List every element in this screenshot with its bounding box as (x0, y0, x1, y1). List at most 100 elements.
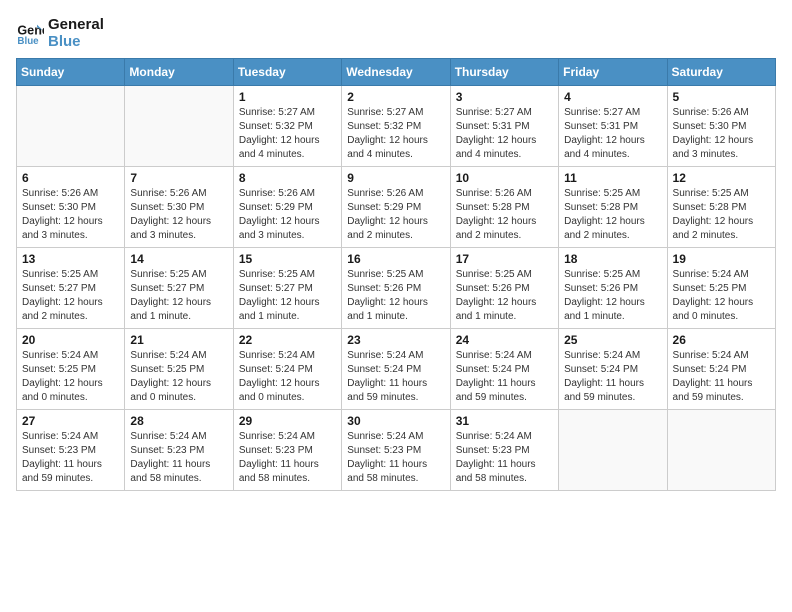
calendar-cell: 6 Sunrise: 5:26 AM Sunset: 5:30 PM Daylig… (17, 167, 125, 248)
weekday-header-sunday: Sunday (17, 59, 125, 86)
day-detail: Sunrise: 5:26 AM Sunset: 5:30 PM Dayligh… (673, 106, 770, 162)
day-detail: Sunrise: 5:25 AM Sunset: 5:26 PM Dayligh… (347, 268, 444, 324)
day-number: 22 (239, 333, 336, 347)
day-number: 11 (564, 171, 661, 185)
calendar-cell: 4Sunrise: 5:27 AM Sunset: 5:31 PM Daylig… (559, 86, 667, 167)
day-detail: Sunrise: 5:27 AM Sunset: 5:32 PM Dayligh… (347, 106, 444, 162)
logo-icon: General Blue (16, 19, 44, 47)
day-detail: Sunrise: 5:24 AM Sunset: 5:25 PM Dayligh… (673, 268, 770, 324)
day-detail: Sunrise: 5:25 AM Sunset: 5:27 PM Dayligh… (130, 268, 227, 324)
day-detail: Sunrise: 5:26 AM Sunset: 5:28 PM Dayligh… (456, 187, 553, 243)
day-number: 2 (347, 90, 444, 104)
day-detail: Sunrise: 5:24 AM Sunset: 5:23 PM Dayligh… (239, 430, 336, 486)
day-number: 16 (347, 252, 444, 266)
day-number: 26 (673, 333, 770, 347)
day-number: 13 (22, 252, 119, 266)
day-number: 6 (22, 171, 119, 185)
calendar-cell: 24 Sunrise: 5:24 AM Sunset: 5:24 PM Dayli… (450, 329, 558, 410)
calendar-cell: 28 Sunrise: 5:24 AM Sunset: 5:23 PM Dayli… (125, 410, 233, 491)
calendar-cell: 16 Sunrise: 5:25 AM Sunset: 5:26 PM Dayli… (342, 248, 450, 329)
calendar-cell: 30Sunrise: 5:24 AM Sunset: 5:23 PM Dayli… (342, 410, 450, 491)
calendar-cell (17, 86, 125, 167)
day-detail: Sunrise: 5:24 AM Sunset: 5:23 PM Dayligh… (130, 430, 227, 486)
day-detail: Sunrise: 5:24 AM Sunset: 5:23 PM Dayligh… (347, 430, 444, 486)
day-detail: Sunrise: 5:24 AM Sunset: 5:24 PM Dayligh… (347, 349, 444, 405)
calendar-table: SundayMondayTuesdayWednesdayThursdayFrid… (16, 58, 776, 491)
day-number: 28 (130, 414, 227, 428)
calendar-cell: 9 Sunrise: 5:26 AM Sunset: 5:29 PM Daylig… (342, 167, 450, 248)
day-detail: Sunrise: 5:26 AM Sunset: 5:30 PM Dayligh… (22, 187, 119, 243)
day-number: 23 (347, 333, 444, 347)
day-number: 27 (22, 414, 119, 428)
calendar-cell: 26Sunrise: 5:24 AM Sunset: 5:24 PM Dayli… (667, 329, 775, 410)
day-number: 7 (130, 171, 227, 185)
svg-text:Blue: Blue (17, 36, 39, 47)
calendar-week-row: 6 Sunrise: 5:26 AM Sunset: 5:30 PM Daylig… (17, 167, 776, 248)
day-number: 29 (239, 414, 336, 428)
calendar-cell: 18Sunrise: 5:25 AM Sunset: 5:26 PM Dayli… (559, 248, 667, 329)
day-detail: Sunrise: 5:25 AM Sunset: 5:27 PM Dayligh… (239, 268, 336, 324)
day-detail: Sunrise: 5:25 AM Sunset: 5:28 PM Dayligh… (564, 187, 661, 243)
weekday-header-thursday: Thursday (450, 59, 558, 86)
weekday-header-wednesday: Wednesday (342, 59, 450, 86)
day-detail: Sunrise: 5:25 AM Sunset: 5:28 PM Dayligh… (673, 187, 770, 243)
day-detail: Sunrise: 5:24 AM Sunset: 5:24 PM Dayligh… (564, 349, 661, 405)
day-number: 3 (456, 90, 553, 104)
calendar-cell: 5 Sunrise: 5:26 AM Sunset: 5:30 PM Daylig… (667, 86, 775, 167)
calendar-cell: 14Sunrise: 5:25 AM Sunset: 5:27 PM Dayli… (125, 248, 233, 329)
calendar-cell (667, 410, 775, 491)
weekday-header-monday: Monday (125, 59, 233, 86)
day-number: 25 (564, 333, 661, 347)
calendar-cell: 23 Sunrise: 5:24 AM Sunset: 5:24 PM Dayli… (342, 329, 450, 410)
calendar-cell: 13 Sunrise: 5:25 AM Sunset: 5:27 PM Dayli… (17, 248, 125, 329)
day-detail: Sunrise: 5:24 AM Sunset: 5:23 PM Dayligh… (456, 430, 553, 486)
day-number: 19 (673, 252, 770, 266)
calendar-week-row: 1 Sunrise: 5:27 AM Sunset: 5:32 PM Daylig… (17, 86, 776, 167)
calendar-cell: 11 Sunrise: 5:25 AM Sunset: 5:28 PM Dayli… (559, 167, 667, 248)
day-number: 1 (239, 90, 336, 104)
calendar-cell: 22 Sunrise: 5:24 AM Sunset: 5:24 PM Dayli… (233, 329, 341, 410)
calendar-cell: 7Sunrise: 5:26 AM Sunset: 5:30 PM Daylig… (125, 167, 233, 248)
day-detail: Sunrise: 5:25 AM Sunset: 5:26 PM Dayligh… (456, 268, 553, 324)
day-detail: Sunrise: 5:24 AM Sunset: 5:25 PM Dayligh… (22, 349, 119, 405)
weekday-header-friday: Friday (559, 59, 667, 86)
day-number: 15 (239, 252, 336, 266)
weekday-header-row: SundayMondayTuesdayWednesdayThursdayFrid… (17, 59, 776, 86)
calendar-cell: 27 Sunrise: 5:24 AM Sunset: 5:23 PM Dayli… (17, 410, 125, 491)
day-number: 31 (456, 414, 553, 428)
day-number: 5 (673, 90, 770, 104)
day-detail: Sunrise: 5:24 AM Sunset: 5:24 PM Dayligh… (239, 349, 336, 405)
day-number: 24 (456, 333, 553, 347)
weekday-header-saturday: Saturday (667, 59, 775, 86)
calendar-week-row: 27 Sunrise: 5:24 AM Sunset: 5:23 PM Dayli… (17, 410, 776, 491)
day-number: 18 (564, 252, 661, 266)
day-number: 17 (456, 252, 553, 266)
day-detail: Sunrise: 5:24 AM Sunset: 5:23 PM Dayligh… (22, 430, 119, 486)
day-number: 21 (130, 333, 227, 347)
day-detail: Sunrise: 5:26 AM Sunset: 5:29 PM Dayligh… (239, 187, 336, 243)
day-detail: Sunrise: 5:27 AM Sunset: 5:31 PM Dayligh… (564, 106, 661, 162)
calendar-cell: 3 Sunrise: 5:27 AM Sunset: 5:31 PM Daylig… (450, 86, 558, 167)
calendar-cell (559, 410, 667, 491)
calendar-cell: 15 Sunrise: 5:25 AM Sunset: 5:27 PM Dayli… (233, 248, 341, 329)
day-detail: Sunrise: 5:25 AM Sunset: 5:27 PM Dayligh… (22, 268, 119, 324)
page-header: General Blue General Blue (16, 16, 776, 50)
day-detail: Sunrise: 5:27 AM Sunset: 5:32 PM Dayligh… (239, 106, 336, 162)
logo-blue: Blue (48, 33, 104, 50)
day-number: 20 (22, 333, 119, 347)
svg-text:General: General (17, 23, 44, 37)
logo: General Blue General Blue (16, 16, 104, 50)
day-number: 10 (456, 171, 553, 185)
calendar-cell (125, 86, 233, 167)
day-detail: Sunrise: 5:27 AM Sunset: 5:31 PM Dayligh… (456, 106, 553, 162)
logo-general: General (48, 16, 104, 33)
calendar-week-row: 20 Sunrise: 5:24 AM Sunset: 5:25 PM Dayli… (17, 329, 776, 410)
weekday-header-tuesday: Tuesday (233, 59, 341, 86)
day-detail: Sunrise: 5:26 AM Sunset: 5:29 PM Dayligh… (347, 187, 444, 243)
day-detail: Sunrise: 5:24 AM Sunset: 5:24 PM Dayligh… (456, 349, 553, 405)
calendar-cell: 25 Sunrise: 5:24 AM Sunset: 5:24 PM Dayli… (559, 329, 667, 410)
day-number: 9 (347, 171, 444, 185)
calendar-cell: 21Sunrise: 5:24 AM Sunset: 5:25 PM Dayli… (125, 329, 233, 410)
calendar-cell: 20 Sunrise: 5:24 AM Sunset: 5:25 PM Dayli… (17, 329, 125, 410)
calendar-cell: 2 Sunrise: 5:27 AM Sunset: 5:32 PM Daylig… (342, 86, 450, 167)
